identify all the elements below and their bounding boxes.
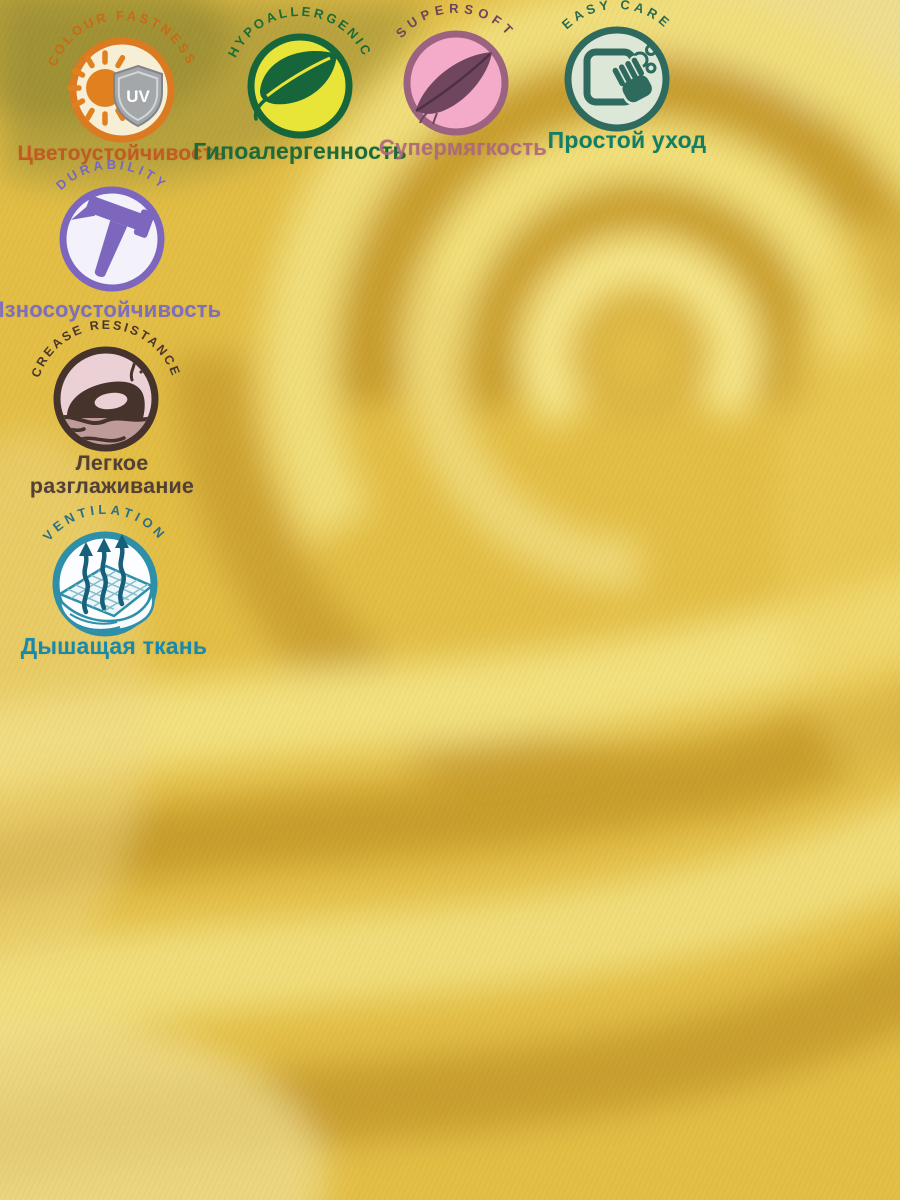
badge-label-ventilation: Дышащая ткань — [0, 634, 264, 659]
label-line-1: Легкое — [0, 452, 262, 475]
badge-label-easy-care: Простой уход — [477, 128, 777, 153]
airflow-arrows-icon — [79, 534, 129, 612]
fabric-product-image: UV COLOUR FASTNESS Цветоустойчивость HYP… — [0, 0, 900, 1200]
badge-durability: DURABILITY — [27, 147, 197, 317]
uv-text: UV — [126, 87, 150, 106]
